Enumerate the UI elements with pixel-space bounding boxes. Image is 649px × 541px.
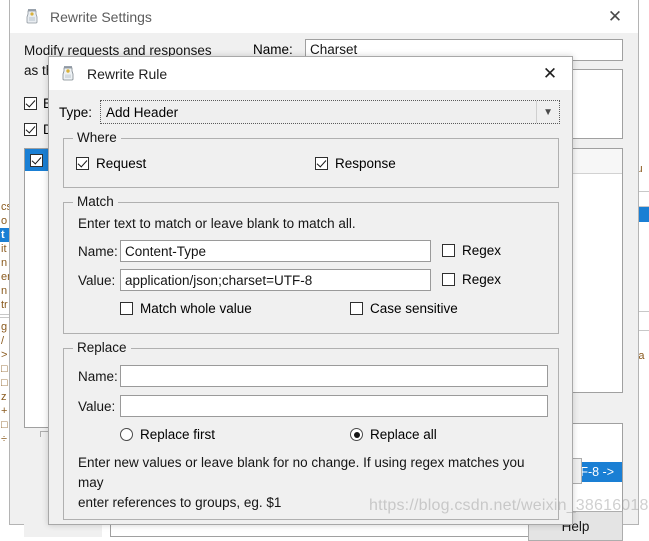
replace-first-radio[interactable]: Replace first bbox=[120, 427, 215, 442]
rewrite-rule-title: Rewrite Rule bbox=[87, 65, 168, 82]
match-name-label: Name: bbox=[78, 244, 118, 259]
replace-hint-line-2: enter references to groups, eg. $1 bbox=[78, 495, 282, 510]
where-legend: Where bbox=[73, 130, 121, 145]
replace-all-label: Replace all bbox=[370, 427, 437, 442]
match-whole-value-checkbox[interactable]: Match whole value bbox=[120, 301, 252, 316]
type-selected-value: Add Header bbox=[106, 104, 179, 120]
checkbox-value-regex-box[interactable] bbox=[442, 273, 455, 286]
rewrite-rule-dialog: Rewrite Rule ✕ Type: Add Header ▼ Where … bbox=[48, 56, 573, 525]
rewrite-settings-title: Rewrite Settings bbox=[50, 8, 152, 25]
checkbox-case-sensitive-box[interactable] bbox=[350, 302, 363, 315]
charles-jar-icon bbox=[24, 8, 40, 25]
replace-value-input[interactable] bbox=[120, 395, 548, 417]
settings-name-label: Name: bbox=[253, 42, 293, 57]
case-sensitive-checkbox[interactable]: Case sensitive bbox=[350, 301, 458, 316]
checkbox-rule-enabled[interactable] bbox=[30, 153, 43, 167]
checkbox-response-box[interactable] bbox=[315, 157, 328, 170]
type-select[interactable]: Add Header ▼ bbox=[100, 100, 561, 124]
checkbox-debug-box[interactable] bbox=[24, 123, 37, 136]
match-name-regex-checkbox[interactable]: Regex bbox=[442, 243, 501, 258]
rewrite-rule-body: Type: Add Header ▼ Where Request Respons… bbox=[49, 90, 572, 524]
radio-replace-all-box[interactable] bbox=[350, 428, 363, 441]
replace-name-input[interactable] bbox=[120, 365, 548, 387]
where-request-label: Request bbox=[96, 156, 147, 171]
replace-hint-line-1: Enter new values or leave blank for no c… bbox=[78, 455, 525, 490]
match-name-regex-label: Regex bbox=[462, 243, 502, 258]
match-value-regex-label: Regex bbox=[462, 272, 502, 287]
close-icon[interactable]: ✕ bbox=[592, 0, 638, 33]
case-sensitive-label: Case sensitive bbox=[370, 301, 458, 316]
checkbox-name-regex-box[interactable] bbox=[442, 244, 455, 257]
close-icon[interactable]: ✕ bbox=[528, 57, 572, 90]
radio-replace-first-box[interactable] bbox=[120, 428, 133, 441]
where-response-checkbox[interactable]: Response bbox=[315, 156, 396, 171]
replace-hint: Enter new values or leave blank for no c… bbox=[78, 453, 548, 513]
where-request-checkbox[interactable]: Request bbox=[76, 156, 146, 171]
match-value-regex-checkbox[interactable]: Regex bbox=[442, 272, 501, 287]
match-legend: Match bbox=[73, 194, 118, 209]
replace-name-label: Name: bbox=[78, 369, 118, 384]
where-response-label: Response bbox=[335, 156, 396, 171]
rewrite-rule-titlebar: Rewrite Rule ✕ bbox=[49, 57, 572, 90]
match-name-input[interactable]: Content-Type bbox=[120, 240, 431, 262]
match-value-input[interactable]: application/json;charset=UTF-8 bbox=[120, 269, 431, 291]
rewrite-settings-titlebar: Rewrite Settings ✕ bbox=[10, 0, 638, 33]
replace-group: Replace Name: Value: Replace first Repla… bbox=[63, 340, 559, 520]
chevron-down-icon[interactable]: ▼ bbox=[536, 101, 559, 123]
match-value-label: Value: bbox=[78, 273, 116, 288]
type-row: Type: Add Header ▼ bbox=[49, 100, 572, 124]
checkbox-enable-box[interactable] bbox=[24, 97, 37, 110]
charles-jar-icon bbox=[60, 65, 76, 82]
match-group: Match Enter text to match or leave blank… bbox=[63, 194, 559, 334]
replace-legend: Replace bbox=[73, 340, 131, 355]
where-group: Where Request Response bbox=[63, 130, 559, 188]
match-whole-value-label: Match whole value bbox=[140, 301, 252, 316]
type-label: Type: bbox=[59, 104, 93, 120]
replace-value-label: Value: bbox=[78, 399, 116, 414]
checkbox-match-whole-value-box[interactable] bbox=[120, 302, 133, 315]
match-hint: Enter text to match or leave blank to ma… bbox=[78, 216, 356, 231]
replace-all-radio[interactable]: Replace all bbox=[350, 427, 437, 442]
replace-first-label: Replace first bbox=[140, 427, 216, 442]
checkbox-request-box[interactable] bbox=[76, 157, 89, 170]
